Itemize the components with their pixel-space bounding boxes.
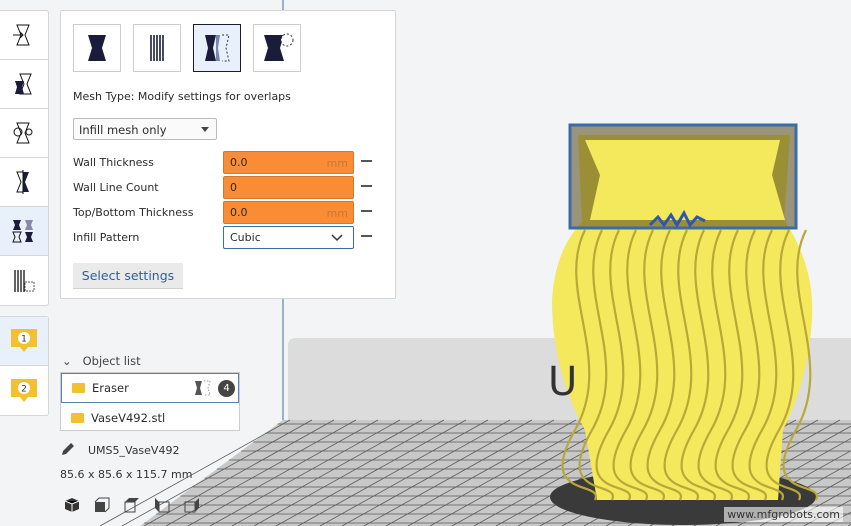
mesh-type-dropdown[interactable]: Infill mesh only xyxy=(73,118,217,140)
scale-icon xyxy=(15,73,32,95)
tool-per-model-settings[interactable] xyxy=(0,207,48,256)
extruder-icon: 1 xyxy=(11,329,37,352)
extruder-flag-icon xyxy=(72,383,85,393)
mesh-type-normal-model-button[interactable] xyxy=(73,24,121,72)
chevron-down-icon: ⌄ xyxy=(62,354,72,368)
object-list-header[interactable]: ⌄ Object list xyxy=(62,354,141,368)
tool-rotate[interactable] xyxy=(0,109,48,158)
remove-setting-button[interactable] xyxy=(361,235,372,237)
job-name[interactable]: UMS5_VaseV492 xyxy=(88,444,179,457)
setting-input[interactable]: 0.0 mm xyxy=(223,201,354,224)
chevron-down-icon xyxy=(331,234,343,242)
mesh-type-support-button[interactable] xyxy=(133,24,181,72)
mirror-icon xyxy=(16,170,29,194)
overlap-mesh-icon xyxy=(205,34,230,62)
setting-input[interactable]: 0 xyxy=(223,176,354,199)
watermark: www.mfgrobots.com xyxy=(724,507,843,522)
dropdown-value: Infill mesh only xyxy=(79,123,167,137)
remove-setting-button[interactable] xyxy=(361,185,372,187)
mesh-type-anti-overhang-button[interactable] xyxy=(253,24,301,72)
move-icon xyxy=(13,24,30,46)
3d-view-button[interactable] xyxy=(64,497,81,517)
left-view-icon xyxy=(155,498,170,513)
setting-label: Top/Bottom Thickness xyxy=(73,206,194,219)
eraser-vase-neck xyxy=(585,140,785,220)
tool-mirror[interactable] xyxy=(0,158,48,207)
per-model-settings-icon xyxy=(12,220,33,243)
support-mesh-icon xyxy=(150,35,164,61)
list-item[interactable]: Eraser 4 xyxy=(61,373,239,403)
object-list: Eraser 4 VaseV492.stl xyxy=(60,372,240,431)
setting-label: Wall Line Count xyxy=(73,181,159,194)
mesh-type-label: Mesh Type: Modify settings for overlaps xyxy=(73,90,291,103)
mesh-type-overlaps-button[interactable] xyxy=(193,24,241,72)
extruder-number: 1 xyxy=(21,335,27,345)
normal-model-icon xyxy=(88,35,106,61)
extruder-2-button[interactable]: 2 xyxy=(0,366,48,415)
per-model-settings-panel: Mesh Type: Modify settings for overlaps … xyxy=(60,10,396,299)
front-view-icon xyxy=(94,497,110,513)
model-dimensions: 85.6 x 85.6 x 115.7 mm xyxy=(60,468,193,481)
overlap-mesh-icon xyxy=(195,380,211,396)
front-view-button[interactable] xyxy=(94,497,111,517)
dropdown-arrow-icon xyxy=(201,127,209,136)
remove-setting-button[interactable] xyxy=(361,210,372,212)
remove-setting-button[interactable] xyxy=(361,160,372,162)
anti-overhang-icon xyxy=(264,33,294,61)
rotate-icon xyxy=(13,122,33,144)
support-blocker-icon xyxy=(14,269,35,292)
right-view-icon xyxy=(184,498,199,513)
tool-support-blocker[interactable] xyxy=(0,256,48,305)
select-settings-button[interactable]: Select settings xyxy=(73,263,183,289)
printer-logo: U xyxy=(548,359,577,405)
setting-input[interactable]: 0.0 mm xyxy=(223,151,354,174)
3d-view-icon xyxy=(64,498,80,512)
infill-pattern-select[interactable]: Cubic xyxy=(223,226,354,249)
extruder-icon: 2 xyxy=(11,378,37,402)
setting-label: Infill Pattern xyxy=(73,231,140,244)
extruder-number: 2 xyxy=(21,384,27,394)
right-view-button[interactable] xyxy=(184,497,201,517)
pencil-icon[interactable] xyxy=(60,442,76,459)
tool-toolbar xyxy=(0,10,49,306)
left-view-button[interactable] xyxy=(154,497,171,517)
tool-move[interactable] xyxy=(0,11,48,60)
list-item[interactable]: VaseV492.stl xyxy=(61,403,239,432)
top-view-button[interactable] xyxy=(124,497,141,517)
setting-label: Wall Thickness xyxy=(73,156,154,169)
top-view-icon xyxy=(124,498,139,513)
tool-scale[interactable] xyxy=(0,60,48,109)
extruder-1-button[interactable]: 1 xyxy=(0,317,48,366)
extruder-flag-icon xyxy=(71,412,84,423)
extruder-toolbar: 12 xyxy=(0,316,49,416)
extruder-badge: 4 xyxy=(218,380,235,397)
